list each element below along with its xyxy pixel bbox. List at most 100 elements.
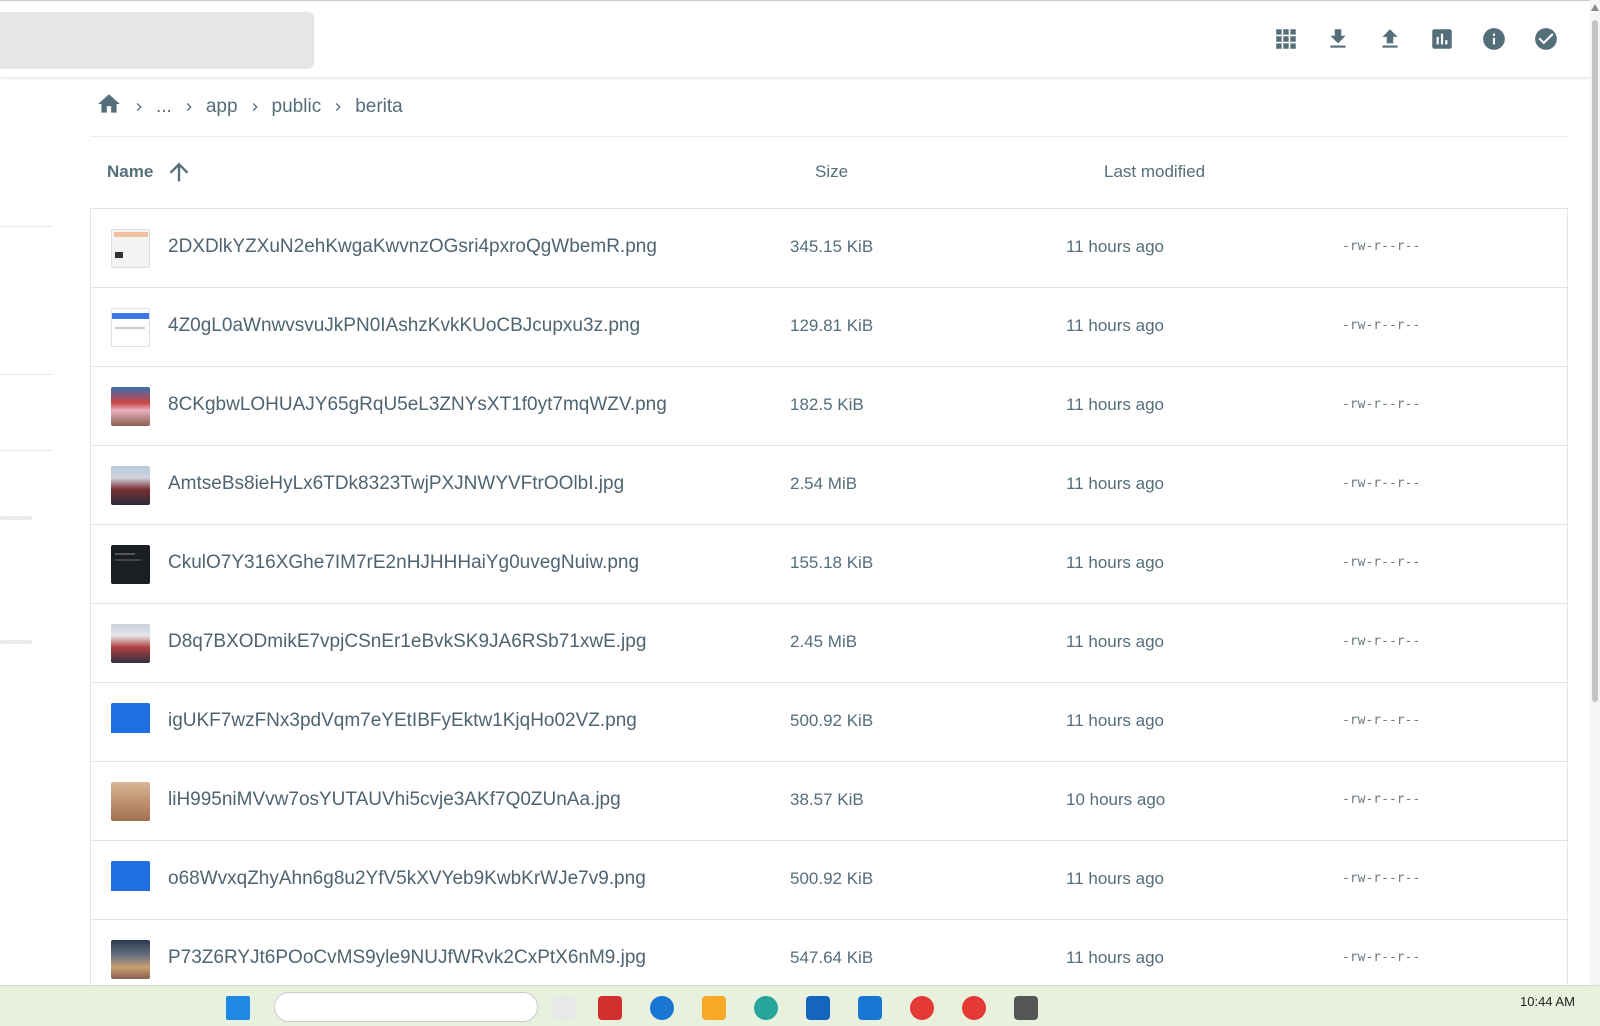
file-name: 2DXDlkYZXuN2ehKwgaKwvnzOGsri4pxroQgWbemR… bbox=[168, 236, 657, 257]
file-thumbnail bbox=[111, 624, 150, 663]
file-name: D8q7BXODmikE7vpjCSnEr1eBvkSK9JA6RSb71xwE… bbox=[168, 631, 647, 652]
info-icon[interactable] bbox=[1478, 23, 1510, 55]
column-header-modified[interactable]: Last modified bbox=[1104, 162, 1205, 182]
file-thumbnail bbox=[111, 703, 150, 742]
app-icon[interactable] bbox=[598, 996, 622, 1020]
home-icon[interactable] bbox=[90, 91, 128, 123]
file-size: 182.5 KiB bbox=[790, 395, 864, 414]
file-thumbnail bbox=[111, 466, 150, 505]
taskbar-search-input[interactable] bbox=[274, 992, 538, 1022]
file-thumbnail bbox=[111, 782, 150, 821]
file-size: 500.92 KiB bbox=[790, 869, 874, 888]
file-permissions: -rw-r--r-- bbox=[1342, 634, 1421, 649]
folder-icon[interactable] bbox=[702, 996, 726, 1020]
file-name: liH995niMVvw7osYUTAUVhi5cvje3AKf7Q0ZUnAa… bbox=[168, 789, 621, 810]
chevron-right-icon bbox=[244, 99, 266, 115]
chart-icon[interactable] bbox=[1426, 23, 1458, 55]
file-size: 2.45 MiB bbox=[790, 632, 858, 651]
column-header-size[interactable]: Size bbox=[815, 162, 848, 182]
column-header-name[interactable]: Name bbox=[107, 158, 193, 186]
breadcrumb-item-public[interactable]: public bbox=[266, 96, 328, 118]
file-row[interactable]: CkulO7Y316XGhe7IM7rE2nHJHHHaiYg0uvegNuiw… bbox=[91, 525, 1567, 604]
store-icon[interactable] bbox=[806, 996, 830, 1020]
file-name: 4Z0gL0aWnwvsvuJkPN0IAshzKvkKUoCBJcupxu3z… bbox=[168, 315, 641, 336]
sidebar-divider bbox=[0, 226, 52, 227]
column-name-label: Name bbox=[107, 162, 154, 181]
breadcrumb: ... app public berita bbox=[90, 90, 409, 124]
file-modified: 11 hours ago bbox=[1066, 553, 1164, 572]
file-thumbnail bbox=[111, 940, 150, 979]
file-name: 8CKgbwLOHUAJY65gRqU5eL3ZNYsXT1f0yt7mqWZV… bbox=[168, 394, 667, 415]
taskbar: 10:44 AM bbox=[0, 985, 1600, 1026]
sidebar-usage-bar bbox=[0, 640, 32, 644]
file-row[interactable]: D8q7BXODmikE7vpjCSnEr1eBvkSK9JA6RSb71xwE… bbox=[91, 604, 1567, 683]
vscode-icon[interactable] bbox=[858, 996, 882, 1020]
file-permissions: -rw-r--r-- bbox=[1342, 713, 1421, 728]
chevron-right-icon bbox=[327, 99, 349, 115]
breadcrumb-item-berita[interactable]: berita bbox=[349, 96, 409, 118]
file-icon[interactable] bbox=[552, 996, 576, 1020]
file-permissions: -rw-r--r-- bbox=[1342, 476, 1421, 491]
file-modified: 10 hours ago bbox=[1066, 790, 1166, 809]
file-modified: 11 hours ago bbox=[1066, 632, 1164, 651]
file-permissions: -rw-r--r-- bbox=[1342, 792, 1421, 807]
file-thumbnail bbox=[111, 861, 150, 900]
file-name: AmtseBs8ieHyLx6TDk8323TwjPXJNWYVFtrOOlbI… bbox=[168, 473, 625, 494]
file-row[interactable]: AmtseBs8ieHyLx6TDk8323TwjPXJNWYVFtrOOlbI… bbox=[91, 446, 1567, 525]
file-row[interactable]: o68WvxqZhyAhn6g8u2YfV5kXVYeb9KwbKrWJe7v9… bbox=[91, 841, 1567, 920]
file-name: P73Z6RYJt6POoCvMS9yle9NUJfWRvk2CxPtX6nM9… bbox=[168, 947, 646, 968]
check-circle-icon[interactable] bbox=[1530, 23, 1562, 55]
chrome-profile-icon[interactable] bbox=[962, 996, 986, 1020]
file-permissions: -rw-r--r-- bbox=[1342, 397, 1421, 412]
file-modified: 11 hours ago bbox=[1066, 474, 1164, 493]
toolbar bbox=[1270, 23, 1562, 55]
search-input[interactable] bbox=[0, 12, 314, 69]
file-name: CkulO7Y316XGhe7IM7rE2nHJHHHaiYg0uvegNuiw… bbox=[168, 552, 640, 573]
sidebar-divider bbox=[0, 374, 52, 375]
download-icon[interactable] bbox=[1322, 23, 1354, 55]
file-thumbnail bbox=[111, 308, 150, 347]
arrow-up-icon bbox=[169, 162, 189, 182]
file-row[interactable]: 4Z0gL0aWnwvsvuJkPN0IAshzKvkKUoCBJcupxu3z… bbox=[91, 288, 1567, 367]
file-modified: 11 hours ago bbox=[1066, 711, 1164, 730]
file-list: 2DXDlkYZXuN2ehKwgaKwvnzOGsri4pxroQgWbemR… bbox=[90, 208, 1568, 999]
chevron-right-icon bbox=[128, 99, 150, 115]
sidebar-usage-bar bbox=[0, 516, 32, 520]
file-modified: 11 hours ago bbox=[1066, 948, 1164, 967]
sidebar-divider bbox=[0, 450, 52, 451]
header-bar bbox=[0, 1, 1590, 78]
file-thumbnail bbox=[111, 229, 150, 268]
file-permissions: -rw-r--r-- bbox=[1342, 239, 1421, 254]
breadcrumb-item-ellipsis[interactable]: ... bbox=[150, 96, 178, 118]
scrollbar-thumb[interactable] bbox=[1592, 20, 1598, 702]
file-row[interactable]: 2DXDlkYZXuN2ehKwgaKwvnzOGsri4pxroQgWbemR… bbox=[91, 209, 1567, 288]
edge-icon[interactable] bbox=[754, 996, 778, 1020]
file-row[interactable]: liH995niMVvw7osYUTAUVhi5cvje3AKf7Q0ZUnAa… bbox=[91, 762, 1567, 841]
start-icon[interactable] bbox=[226, 996, 250, 1020]
terminal-icon[interactable] bbox=[1014, 996, 1038, 1020]
grid-view-icon[interactable] bbox=[1270, 23, 1302, 55]
file-modified: 11 hours ago bbox=[1066, 395, 1164, 414]
file-modified: 11 hours ago bbox=[1066, 869, 1164, 888]
upload-icon[interactable] bbox=[1374, 23, 1406, 55]
browser-icon[interactable] bbox=[650, 996, 674, 1020]
file-permissions: -rw-r--r-- bbox=[1342, 871, 1421, 886]
file-size: 500.92 KiB bbox=[790, 711, 874, 730]
file-name: igUKF7wzFNx3pdVqm7eYEtIBFyEktw1KjqHo02VZ… bbox=[168, 710, 637, 731]
chrome-icon[interactable] bbox=[910, 996, 934, 1020]
file-modified: 11 hours ago bbox=[1066, 237, 1164, 256]
file-size: 155.18 KiB bbox=[790, 553, 874, 572]
file-size: 345.15 KiB bbox=[790, 237, 874, 256]
file-size: 38.57 KiB bbox=[790, 790, 864, 809]
scroll-up-arrow[interactable] bbox=[1591, 4, 1599, 11]
file-size: 547.64 KiB bbox=[790, 948, 874, 967]
file-row[interactable]: igUKF7wzFNx3pdVqm7eYEtIBFyEktw1KjqHo02VZ… bbox=[91, 683, 1567, 762]
breadcrumb-item-app[interactable]: app bbox=[200, 96, 244, 118]
taskbar-clock[interactable]: 10:44 AM bbox=[1520, 994, 1575, 1009]
breadcrumb-divider bbox=[90, 136, 1568, 137]
file-row[interactable]: 8CKgbwLOHUAJY65gRqU5eL3ZNYsXT1f0yt7mqWZV… bbox=[91, 367, 1567, 446]
file-permissions: -rw-r--r-- bbox=[1342, 950, 1421, 965]
file-name: o68WvxqZhyAhn6g8u2YfV5kXVYeb9KwbKrWJe7v9… bbox=[168, 868, 646, 889]
chevron-right-icon bbox=[178, 99, 200, 115]
file-permissions: -rw-r--r-- bbox=[1342, 555, 1421, 570]
